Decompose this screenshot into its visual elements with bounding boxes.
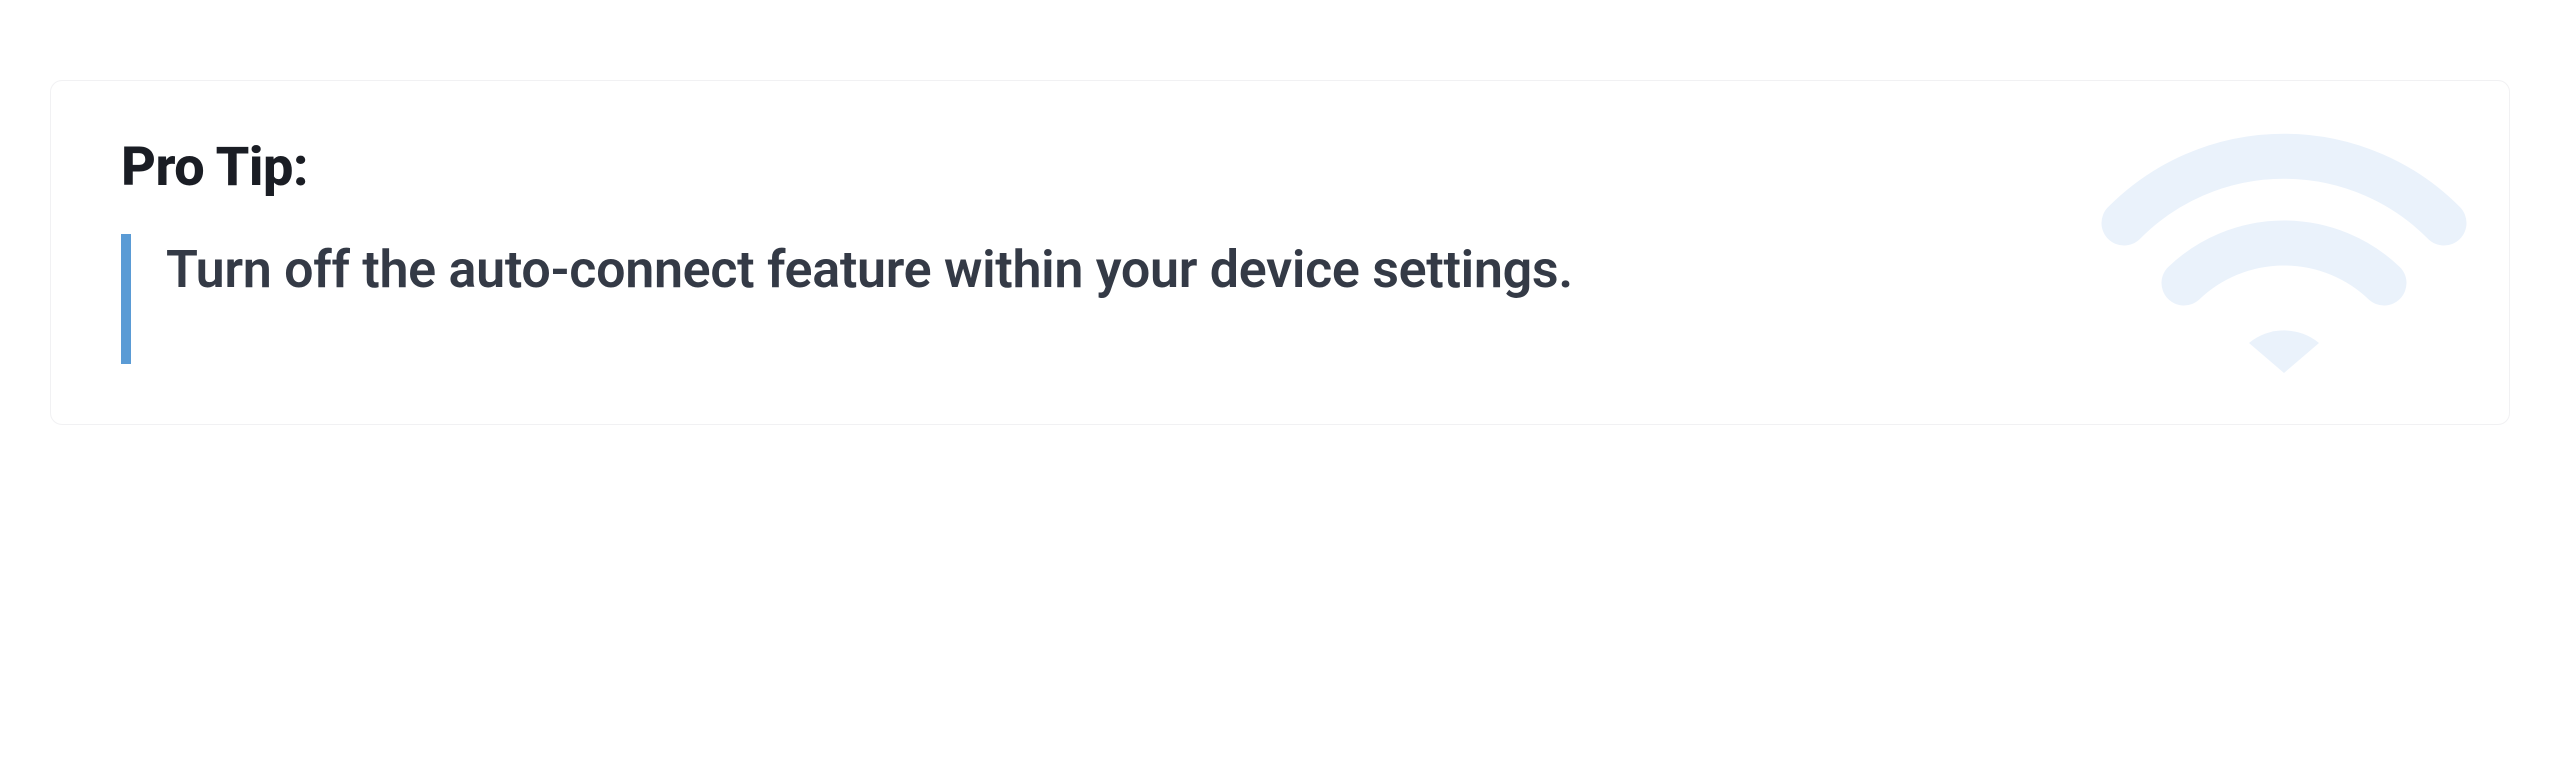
tip-text: Turn off the auto-connect feature within… — [166, 234, 1573, 364]
accent-bar — [121, 234, 131, 364]
tip-title: Pro Tip: — [121, 136, 2439, 199]
tip-body: Turn off the auto-connect feature within… — [121, 234, 2439, 364]
pro-tip-card: Pro Tip: Turn off the auto-connect featu… — [50, 80, 2510, 425]
